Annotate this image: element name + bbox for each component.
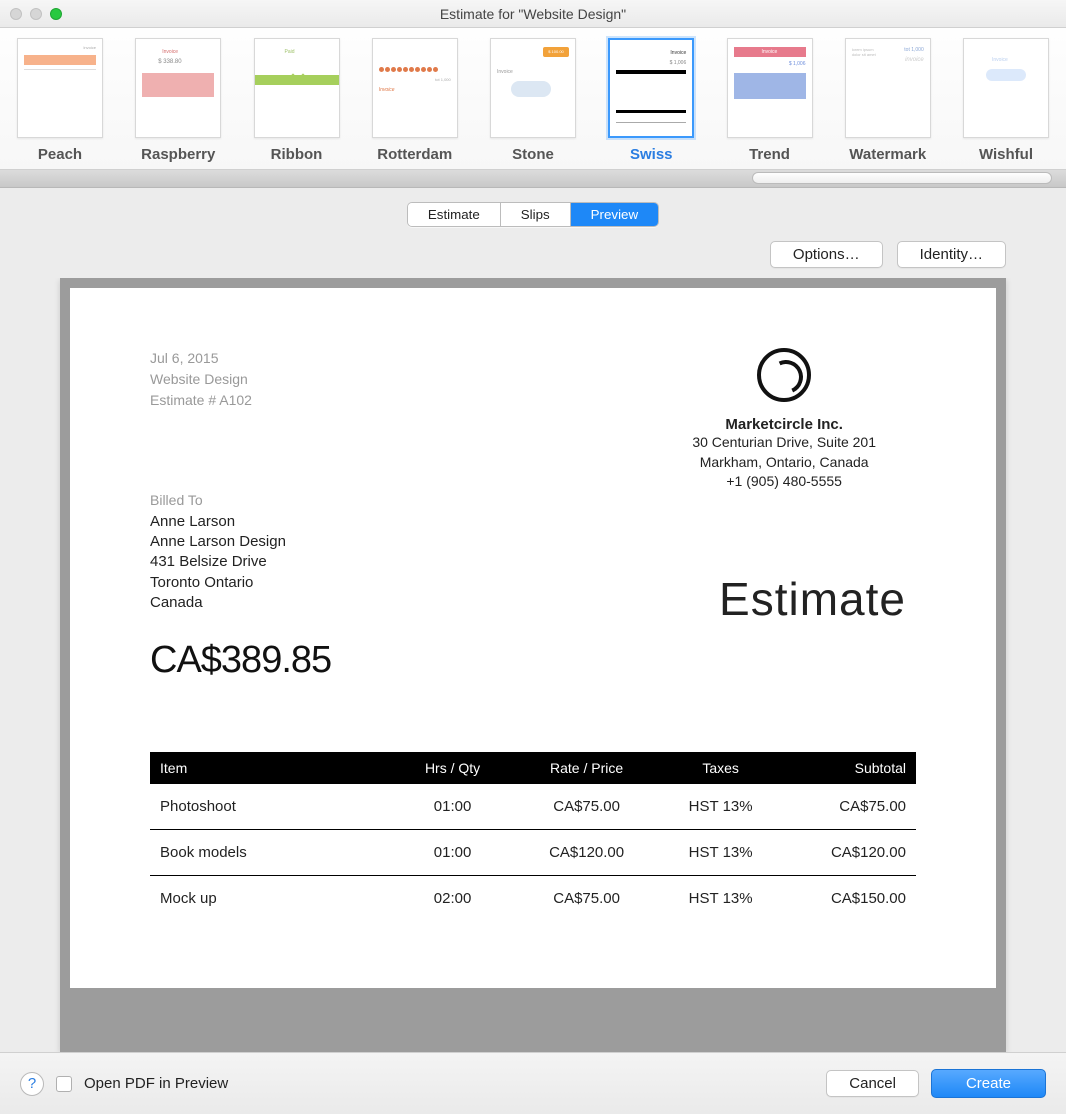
content-area: Estimate Slips Preview Options… Identity… bbox=[0, 188, 1066, 1052]
cell-qty: 01:00 bbox=[395, 784, 510, 830]
company-block: Marketcircle Inc. 30 Centurian Drive, Su… bbox=[692, 348, 876, 492]
estimate-total: CA$389.85 bbox=[150, 639, 916, 682]
view-segmented-control: Estimate Slips Preview bbox=[407, 202, 659, 227]
cell-subtotal: CA$120.00 bbox=[778, 830, 916, 876]
cell-rate: CA$75.00 bbox=[510, 784, 663, 830]
template-swiss[interactable]: Invoice$ 1,006 Swiss bbox=[597, 38, 705, 163]
bottombar: ? Open PDF in Preview Cancel Create bbox=[0, 1052, 1066, 1114]
template-strip: Invoice Peach Invoice$ 338.80 Raspberry … bbox=[0, 28, 1066, 170]
template-thumb: Invoice bbox=[17, 38, 103, 138]
template-label: Peach bbox=[38, 146, 82, 163]
col-rate: Rate / Price bbox=[510, 752, 663, 784]
cell-qty: 02:00 bbox=[395, 876, 510, 922]
create-button[interactable]: Create bbox=[931, 1069, 1046, 1098]
template-thumb: Invoice$ 338.80 bbox=[135, 38, 221, 138]
template-thumb: Invoice$ 1,006 bbox=[608, 38, 694, 138]
minimize-icon[interactable] bbox=[30, 8, 42, 20]
template-thumb: Invoice$ 1,006 bbox=[727, 38, 813, 138]
company-addr2: Markham, Ontario, Canada bbox=[692, 453, 876, 473]
document-title: Estimate bbox=[719, 572, 906, 626]
open-pdf-checkbox[interactable] bbox=[56, 1076, 72, 1092]
table-header-row: Item Hrs / Qty Rate / Price Taxes Subtot… bbox=[150, 752, 916, 784]
window-title: Estimate for "Website Design" bbox=[0, 6, 1066, 22]
scrollbar-thumb[interactable] bbox=[752, 172, 1052, 184]
billed-name: Anne Larson bbox=[150, 512, 916, 532]
tab-preview[interactable]: Preview bbox=[571, 203, 658, 226]
table-row: Mock up 02:00 CA$75.00 HST 13% CA$150.00 bbox=[150, 876, 916, 922]
cell-subtotal: CA$75.00 bbox=[778, 784, 916, 830]
template-label: Wishful bbox=[979, 146, 1033, 163]
zoom-icon[interactable] bbox=[50, 8, 62, 20]
col-qty: Hrs / Qty bbox=[395, 752, 510, 784]
col-subtotal: Subtotal bbox=[778, 752, 916, 784]
template-label: Rotterdam bbox=[377, 146, 452, 163]
close-icon[interactable] bbox=[10, 8, 22, 20]
page-preview-wrap: Jul 6, 2015 Website Design Estimate # A1… bbox=[0, 278, 1066, 1052]
template-rotterdam[interactable]: Invoicetot 1,000 Rotterdam bbox=[361, 38, 469, 163]
template-thumb: Invoicetot 1,000 bbox=[372, 38, 458, 138]
options-row: Options… Identity… bbox=[0, 235, 1066, 278]
cell-taxes: HST 13% bbox=[663, 876, 778, 922]
template-label: Raspberry bbox=[141, 146, 215, 163]
template-thumb: Invoice bbox=[963, 38, 1049, 138]
template-trend[interactable]: Invoice$ 1,006 Trend bbox=[716, 38, 824, 163]
template-stone[interactable]: $ 100.00Invoice Stone bbox=[479, 38, 587, 163]
cell-taxes: HST 13% bbox=[663, 830, 778, 876]
company-addr1: 30 Centurian Drive, Suite 201 bbox=[692, 433, 876, 453]
template-watermark[interactable]: lorem ipsumdolor sit amettot 1,000invoic… bbox=[834, 38, 942, 163]
template-label: Watermark bbox=[849, 146, 926, 163]
company-logo-icon bbox=[757, 348, 811, 402]
help-icon[interactable]: ? bbox=[20, 1072, 44, 1096]
cell-rate: CA$75.00 bbox=[510, 876, 663, 922]
template-raspberry[interactable]: Invoice$ 338.80 Raspberry bbox=[124, 38, 232, 163]
window-controls bbox=[10, 8, 62, 20]
tab-slips[interactable]: Slips bbox=[501, 203, 571, 226]
options-button[interactable]: Options… bbox=[770, 241, 883, 268]
open-pdf-label: Open PDF in Preview bbox=[84, 1075, 228, 1092]
cell-subtotal: CA$150.00 bbox=[778, 876, 916, 922]
template-label: Ribbon bbox=[271, 146, 323, 163]
template-scrollbar[interactable] bbox=[0, 170, 1066, 188]
template-label: Trend bbox=[749, 146, 790, 163]
table-row: Book models 01:00 CA$120.00 HST 13% CA$1… bbox=[150, 830, 916, 876]
template-ribbon[interactable]: Paid Ribbon bbox=[243, 38, 351, 163]
cell-item: Book models bbox=[150, 830, 395, 876]
template-thumb: $ 100.00Invoice bbox=[490, 38, 576, 138]
template-wishful[interactable]: Invoice Wishful bbox=[952, 38, 1060, 163]
billed-addr1: 431 Belsize Drive bbox=[150, 552, 916, 572]
page-outer: Jul 6, 2015 Website Design Estimate # A1… bbox=[60, 278, 1006, 1052]
template-thumb: Paid bbox=[254, 38, 340, 138]
identity-button[interactable]: Identity… bbox=[897, 241, 1006, 268]
col-taxes: Taxes bbox=[663, 752, 778, 784]
titlebar: Estimate for "Website Design" bbox=[0, 0, 1066, 28]
company-phone: +1 (905) 480-5555 bbox=[692, 472, 876, 492]
cancel-button[interactable]: Cancel bbox=[826, 1070, 919, 1097]
template-thumb: lorem ipsumdolor sit amettot 1,000invoic… bbox=[845, 38, 931, 138]
cell-taxes: HST 13% bbox=[663, 784, 778, 830]
segmented-row: Estimate Slips Preview bbox=[0, 188, 1066, 235]
template-peach[interactable]: Invoice Peach bbox=[6, 38, 114, 163]
page: Jul 6, 2015 Website Design Estimate # A1… bbox=[70, 288, 996, 988]
items-table: Item Hrs / Qty Rate / Price Taxes Subtot… bbox=[150, 752, 916, 921]
cell-item: Photoshoot bbox=[150, 784, 395, 830]
cell-qty: 01:00 bbox=[395, 830, 510, 876]
billed-company: Anne Larson Design bbox=[150, 532, 916, 552]
template-label: Swiss bbox=[630, 146, 673, 163]
cell-item: Mock up bbox=[150, 876, 395, 922]
table-row: Photoshoot 01:00 CA$75.00 HST 13% CA$75.… bbox=[150, 784, 916, 830]
billed-label: Billed To bbox=[150, 491, 916, 510]
company-name: Marketcircle Inc. bbox=[692, 416, 876, 433]
template-label: Stone bbox=[512, 146, 554, 163]
col-item: Item bbox=[150, 752, 395, 784]
cell-rate: CA$120.00 bbox=[510, 830, 663, 876]
tab-estimate[interactable]: Estimate bbox=[408, 203, 501, 226]
